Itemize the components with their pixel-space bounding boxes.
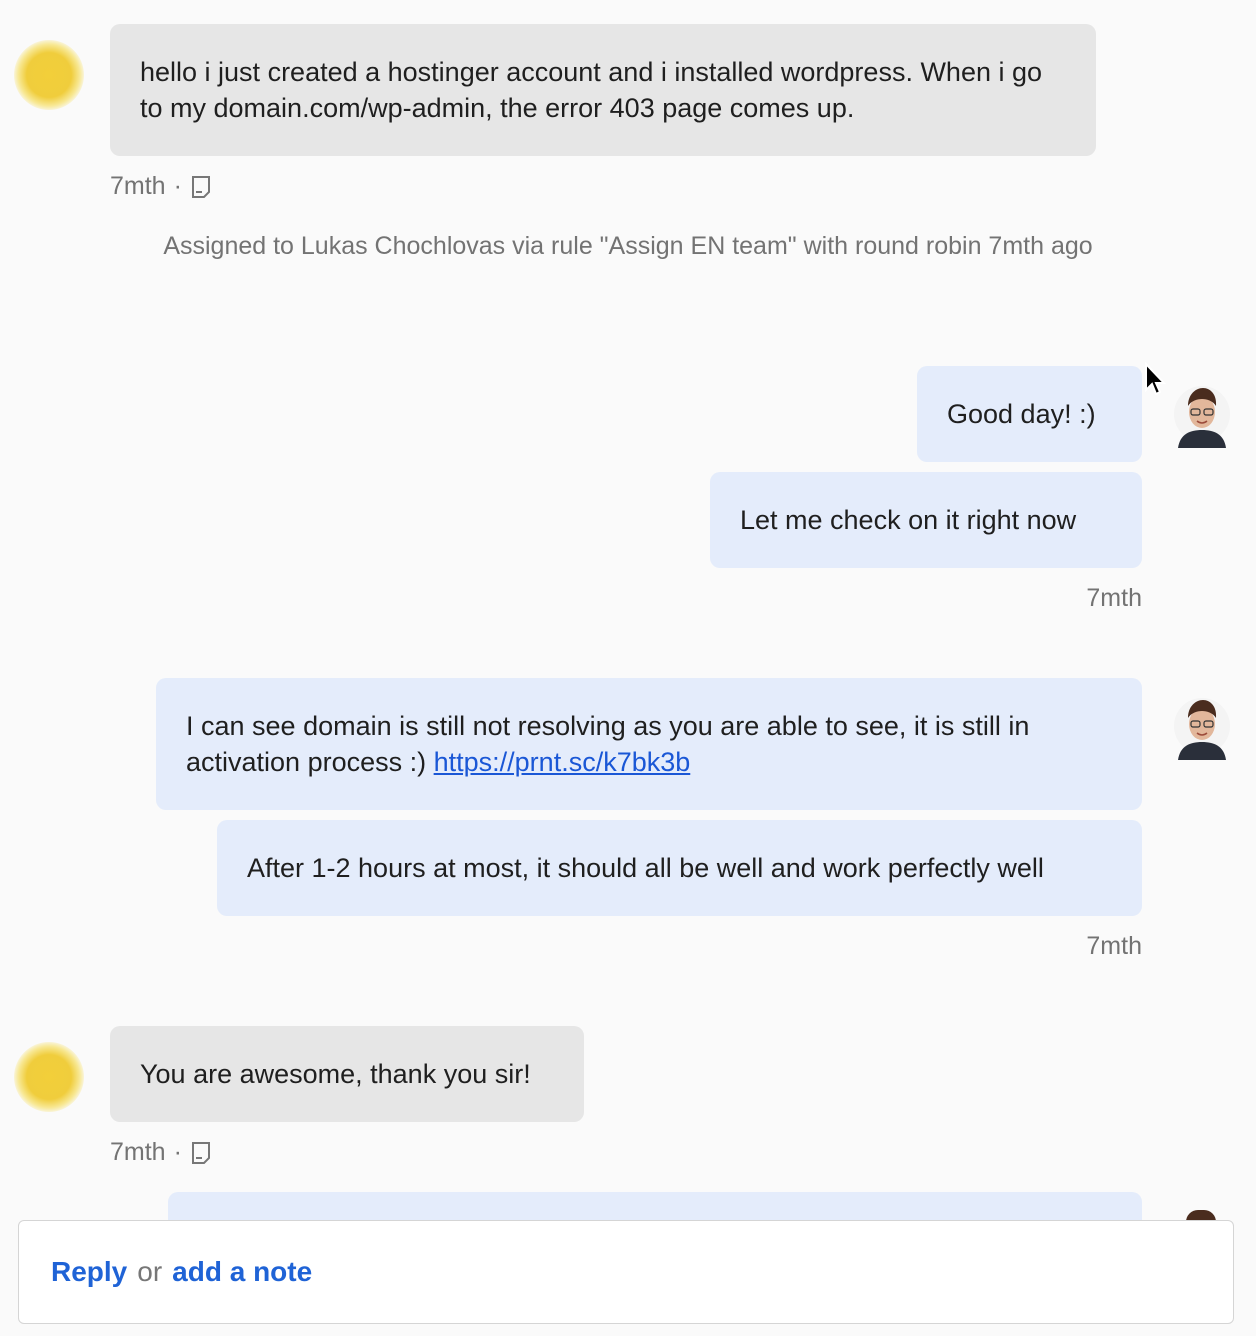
message-bubble-agent: After 1-2 hours at most, it should all b… [217, 820, 1142, 916]
customer-avatar [14, 40, 84, 110]
message-meta: 7mth · [110, 1138, 212, 1167]
message-meta: 7mth · [110, 172, 212, 201]
reply-button[interactable]: Reply [51, 1256, 127, 1288]
message-time: 7mth [1086, 584, 1142, 612]
note-icon[interactable] [190, 1141, 212, 1165]
message-text: After 1-2 hours at most, it should all b… [247, 853, 1044, 883]
composer-or-label: or [137, 1256, 163, 1287]
message-bubble-customer: You are awesome, thank you sir! [110, 1026, 584, 1122]
customer-avatar [14, 1042, 84, 1112]
message-text: Good day! :) [947, 399, 1096, 429]
add-note-button[interactable]: add a note [172, 1256, 312, 1288]
message-time: 7mth [110, 1138, 166, 1166]
message-bubble-agent: Let me check on it right now [710, 472, 1142, 568]
note-icon[interactable] [190, 175, 212, 199]
agent-avatar [1174, 698, 1230, 760]
mouse-cursor-icon [1145, 362, 1167, 396]
message-text: hello i just created a hostinger account… [140, 57, 1043, 123]
message-bubble-customer: hello i just created a hostinger account… [110, 24, 1096, 156]
meta-separator: · [173, 1138, 182, 1166]
reply-composer[interactable]: Reply or add a note [18, 1220, 1234, 1324]
screenshot-link[interactable]: https://prnt.sc/k7bk3b [434, 747, 691, 777]
message-meta: 7mth [1086, 584, 1142, 613]
message-text: Let me check on it right now [740, 505, 1077, 535]
message-meta: 7mth [1086, 932, 1142, 961]
message-time: 7mth [110, 172, 166, 200]
agent-avatar [1174, 386, 1230, 448]
assignment-notice: Assigned to Lukas Chochlovas via rule "A… [163, 232, 1093, 260]
message-time: 7mth [1086, 932, 1142, 960]
meta-separator: · [173, 172, 182, 200]
message-bubble-agent: I can see domain is still not resolving … [156, 678, 1142, 810]
message-bubble-agent: Good day! :) [917, 366, 1142, 462]
message-text: I can see domain is still not resolving … [186, 708, 1112, 780]
message-text: You are awesome, thank you sir! [140, 1059, 531, 1089]
